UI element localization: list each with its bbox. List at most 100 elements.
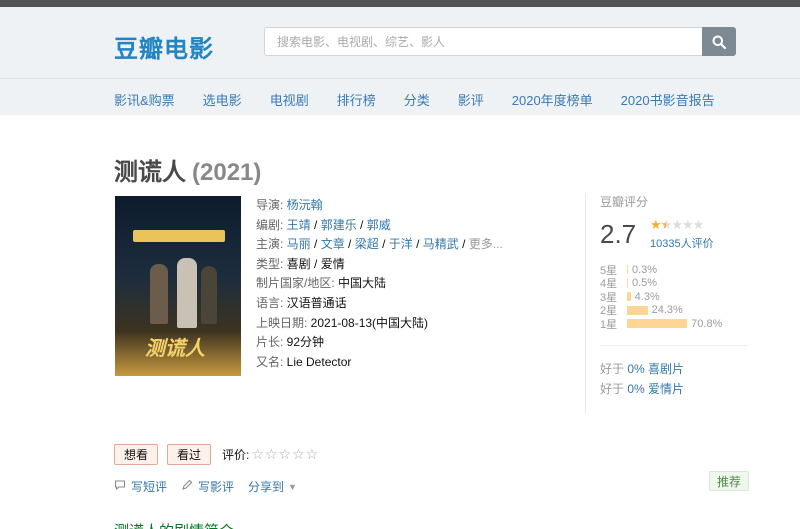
better-than-genre[interactable]: 爱情片 [648,382,684,396]
rating-bar [627,292,631,302]
better-than-prefix: 好于 [600,382,628,396]
rating-row-1: 1星 70.8% [600,317,722,331]
movie-info: 导演: 杨沅翰 编剧: 王靖 / 郭建乐 / 郭威 主演: 马丽 / 文章 / … [256,196,503,372]
comment-icon [114,479,126,494]
poster-figure [177,258,197,328]
write-review-link[interactable]: 写影评 [181,478,234,495]
info-cast: 主演: 马丽 / 文章 / 梁超 / 于洋 / 马精武 / 更多... [256,237,503,252]
poster-figure [201,266,217,324]
rating-bar [627,265,628,275]
rating-percent: 70.8% [691,317,723,330]
movie-year: (2021) [192,159,262,186]
share-label: 分享到 [248,480,285,494]
writer-link[interactable]: 郭建乐 [321,218,357,232]
director-label: 导演: [256,198,287,212]
runtime-label: 片长: [256,335,287,350]
star-outline-icon[interactable]: ☆ [251,446,265,462]
cast-link[interactable]: 马丽 [287,237,311,251]
info-genre: 类型: 喜剧 / 爱情 [256,256,345,271]
movie-title: 测谎人 [114,159,186,186]
douban-movie-logo[interactable]: 豆瓣电影 [114,29,214,64]
rating-divider [600,345,748,346]
page-title: 测谎人 (2021) [114,152,261,187]
cast-link[interactable]: 梁超 [355,237,379,251]
rating-bar [627,305,648,315]
rating-percent: 4.3% [634,290,660,303]
release-value: 2021-08-13(中国大陆) [310,315,429,330]
share-dropdown[interactable]: 分享到 ▼ [248,478,297,495]
poster-marquee [133,230,225,242]
star-outline-icon[interactable]: ☆ [292,446,306,462]
star-outline-icon[interactable]: ☆ [265,446,279,462]
watched-button[interactable]: 看过 [167,444,212,465]
better-than-prefix: 好于 [600,362,628,376]
star-empty-icon: ★★★ [671,217,704,232]
review-actions: 写短评 写影评 分享到 ▼ [114,478,311,495]
rating-votes-link[interactable]: 10335人评价 [650,235,714,251]
chevron-down-icon: ▼ [288,481,297,492]
rating-panel: 豆瓣评分 2.7 ★★★★★ 10335人评价 5星 0.3% 4星 0.5% 3星… [585,193,750,413]
rating-bar [627,319,688,329]
nav-item-tv[interactable]: 电视剧 [270,90,309,109]
info-director: 导演: 杨沅翰 [256,196,503,216]
site-header: 豆瓣电影 [0,7,800,78]
better-than-genre[interactable]: 喜剧片 [648,362,684,376]
writer-link[interactable]: 王靖 [287,218,311,232]
star-icon: ★ [650,217,662,232]
movie-poster[interactable]: 测谎人 [115,196,241,376]
cast-more-link[interactable]: 更多... [469,237,503,251]
nav-item-tags[interactable]: 分类 [404,90,430,109]
write-short-review-link[interactable]: 写短评 [114,478,167,495]
country-label: 制片国家/地区: [256,276,339,291]
half-star-icon: ★ [660,217,673,232]
star-outline-icon[interactable]: ☆ [306,446,320,462]
cast-label: 主演: [256,237,287,252]
nav-item-reviews[interactable]: 影评 [458,90,484,109]
synopsis-heading: 测谎人的剧情简介 · · · · · · [114,520,289,529]
nav-item-explore[interactable]: 选电影 [203,90,242,109]
recommend-button[interactable]: 推荐 [709,471,750,491]
rating-title: 豆瓣评分 [600,195,649,209]
search-bar [264,27,736,56]
writer-label: 编剧: [256,217,287,232]
want-to-watch-button[interactable]: 想看 [114,444,159,465]
nav-item-charts[interactable]: 排行榜 [337,90,376,109]
nav-item-annual-report[interactable]: 2020书影音报告 [621,90,715,109]
rate-label: 评价: [222,448,250,462]
nav-bar: 影讯&购票 选电影 电视剧 排行榜 分类 影评 2020年度榜单 2020书影音… [0,78,800,115]
cast-link[interactable]: 于洋 [389,237,413,251]
pencil-icon [181,479,193,494]
aka-value: Lie Detector [286,354,352,369]
info-release: 上映日期: 2021-08-13(中国大陆) [256,314,503,334]
country-value: 中国大陆 [338,276,387,291]
search-button[interactable] [702,27,736,56]
better-than-percent[interactable]: 0% [627,362,644,376]
better-than: 好于 0% 喜剧片 好于 0% 爱情片 [600,359,684,399]
better-than-percent[interactable]: 0% [627,382,644,396]
nav-item-annual-list[interactable]: 2020年度榜单 [512,90,593,109]
director-link[interactable]: 杨沅翰 [287,198,323,212]
genre-value: 爱情 [320,256,345,271]
write-short-review-label: 写短评 [131,480,168,494]
rating-percent: 0.5% [632,277,658,290]
star-outline-icon[interactable]: ☆ [279,446,293,462]
info-language: 语言: 汉语普通话 [256,294,503,314]
search-input[interactable] [264,27,702,56]
cast-link[interactable]: 文章 [321,237,345,251]
rating-percent: 24.3% [651,304,683,317]
release-label: 上映日期: [256,315,311,330]
nav-item-showtimes[interactable]: 影讯&购票 [114,90,175,109]
better-than-row: 好于 0% 喜剧片 [600,359,684,379]
interest-actions: 想看 看过 评价: ☆☆☆☆☆ [114,444,319,465]
rate-stars[interactable]: ☆☆☆☆☆ [251,446,319,463]
rating-row-label: 1星 [600,318,618,331]
writer-link[interactable]: 郭威 [367,218,391,232]
info-runtime: 片长: 92分钟 [256,333,503,353]
search-icon [712,35,726,49]
cast-link[interactable]: 马精武 [423,237,459,251]
genre-label: 类型: [256,256,287,271]
rating-percent: 0.3% [632,263,658,276]
language-value: 汉语普通话 [286,295,347,310]
info-writers: 编剧: 王靖 / 郭建乐 / 郭威 [256,217,391,232]
runtime-value: 92分钟 [286,335,325,350]
